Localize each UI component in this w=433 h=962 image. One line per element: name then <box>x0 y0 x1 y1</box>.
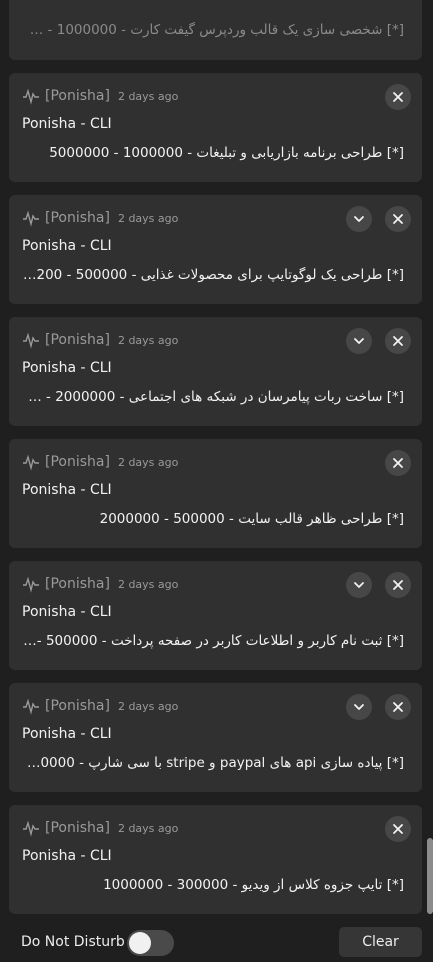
notification-card[interactable]: [Ponisha] 2 days ago Ponisha - CLI [*] ط… <box>9 195 422 304</box>
notification-title: Ponisha - CLI <box>22 116 112 132</box>
notification-card[interactable]: [Ponisha] 2 days ago Ponisha - CLI [*] س… <box>9 317 422 426</box>
notification-header: [Ponisha] 2 days ago <box>22 86 178 106</box>
do-not-disturb-toggle[interactable] <box>127 930 174 956</box>
notification-app-name: [Ponisha] <box>45 698 110 714</box>
chevron-down-icon <box>354 216 364 222</box>
notification-card[interactable]: [Ponisha] 2 days ago Ponisha - CLI [*] ط… <box>9 73 422 182</box>
close-notification-button[interactable] <box>385 84 411 110</box>
notification-card[interactable]: [*] شخصی سازی یک قالب وردپرس گیفت کارت -… <box>9 0 422 60</box>
close-notification-button[interactable] <box>385 572 411 598</box>
notification-title: Ponisha - CLI <box>22 238 112 254</box>
notification-time: 2 days ago <box>117 821 179 835</box>
close-notification-button[interactable] <box>385 206 411 232</box>
notification-body: [*] طراحی یک لوگوتایپ برای محصولات غذایی… <box>22 267 404 283</box>
notification-time: 2 days ago <box>117 577 179 591</box>
notification-title: Ponisha - CLI <box>22 604 112 620</box>
notification-header: [Ponisha] 2 days ago <box>22 208 178 228</box>
notification-header: [Ponisha] 2 days ago <box>22 574 178 594</box>
close-icon <box>393 580 403 590</box>
notification-card[interactable]: [Ponisha] 2 days ago Ponisha - CLI [*] ت… <box>9 805 422 914</box>
expand-notification-button[interactable] <box>346 694 372 720</box>
close-notification-button[interactable] <box>385 328 411 354</box>
notification-header: [Ponisha] 2 days ago <box>22 696 178 716</box>
ponisha-app-icon <box>23 454 39 471</box>
close-notification-button[interactable] <box>385 816 411 842</box>
notification-time: 2 days ago <box>117 89 179 103</box>
notification-body: [*] پیاده سازی api های paypal و stripe ب… <box>22 755 404 771</box>
close-icon <box>393 336 403 346</box>
notification-title: Ponisha - CLI <box>22 482 112 498</box>
scrollbar[interactable] <box>427 838 433 914</box>
do-not-disturb-label: Do Not Disturb <box>21 934 125 950</box>
notification-title: Ponisha - CLI <box>22 848 112 864</box>
notification-body: [*] شخصی سازی یک قالب وردپرس گیفت کارت -… <box>29 22 404 38</box>
notification-body: [*] طراحی ظاهر قالب سایت - 500000 - 2000… <box>99 511 404 527</box>
ponisha-app-icon <box>23 210 39 227</box>
expand-notification-button[interactable] <box>346 328 372 354</box>
toggle-knob <box>129 932 151 954</box>
expand-notification-button[interactable] <box>346 206 372 232</box>
notification-time: 2 days ago <box>117 333 179 347</box>
notification-body: [*] طراحی برنامه بازاریابی و تبلیغات - 1… <box>49 145 404 161</box>
notification-panel: [*] شخصی سازی یک قالب وردپرس گیفت کارت -… <box>0 0 433 962</box>
expand-notification-button[interactable] <box>346 572 372 598</box>
notification-card[interactable]: [Ponisha] 2 days ago Ponisha - CLI [*] ط… <box>9 439 422 548</box>
notification-app-name: [Ponisha] <box>45 576 110 592</box>
notification-time: 2 days ago <box>117 211 179 225</box>
notification-app-name: [Ponisha] <box>45 88 110 104</box>
close-icon <box>393 824 403 834</box>
notification-body: [*] ساخت ربات پیامرسان در شبکه های اجتما… <box>22 389 404 405</box>
notification-time: 2 days ago <box>117 699 179 713</box>
notification-header: [Ponisha] 2 days ago <box>22 452 178 472</box>
clear-button[interactable]: Clear <box>339 927 422 957</box>
notification-body: [*] ثبت نام کاربر و اطلاعات کاربر در صفح… <box>22 633 404 649</box>
ponisha-app-icon <box>23 88 39 105</box>
ponisha-app-icon <box>23 820 39 837</box>
notification-time: 2 days ago <box>117 455 179 469</box>
notification-footer: Do Not Disturb Clear <box>0 922 433 962</box>
notification-app-name: [Ponisha] <box>45 454 110 470</box>
notification-title: Ponisha - CLI <box>22 360 112 376</box>
notification-card[interactable]: [Ponisha] 2 days ago Ponisha - CLI [*] ث… <box>9 561 422 670</box>
notification-body: [*] تایپ جزوه کلاس از ویدیو - 300000 - 1… <box>103 877 404 893</box>
close-notification-button[interactable] <box>385 694 411 720</box>
notification-header: [Ponisha] 2 days ago <box>22 330 178 350</box>
close-notification-button[interactable] <box>385 450 411 476</box>
notification-app-name: [Ponisha] <box>45 210 110 226</box>
notification-app-name: [Ponisha] <box>45 332 110 348</box>
notification-card[interactable]: [Ponisha] 2 days ago Ponisha - CLI [*] پ… <box>9 683 422 792</box>
notification-title: Ponisha - CLI <box>22 726 112 742</box>
ponisha-app-icon <box>23 332 39 349</box>
close-icon <box>393 214 403 224</box>
close-icon <box>393 702 403 712</box>
notification-header: [Ponisha] 2 days ago <box>22 818 178 838</box>
close-icon <box>393 92 403 102</box>
notification-app-name: [Ponisha] <box>45 820 110 836</box>
chevron-down-icon <box>354 338 364 344</box>
chevron-down-icon <box>354 704 364 710</box>
chevron-down-icon <box>354 582 364 588</box>
ponisha-app-icon <box>23 576 39 593</box>
close-icon <box>393 458 403 468</box>
ponisha-app-icon <box>23 698 39 715</box>
notification-list[interactable]: [*] شخصی سازی یک قالب وردپرس گیفت کارت -… <box>0 0 433 922</box>
